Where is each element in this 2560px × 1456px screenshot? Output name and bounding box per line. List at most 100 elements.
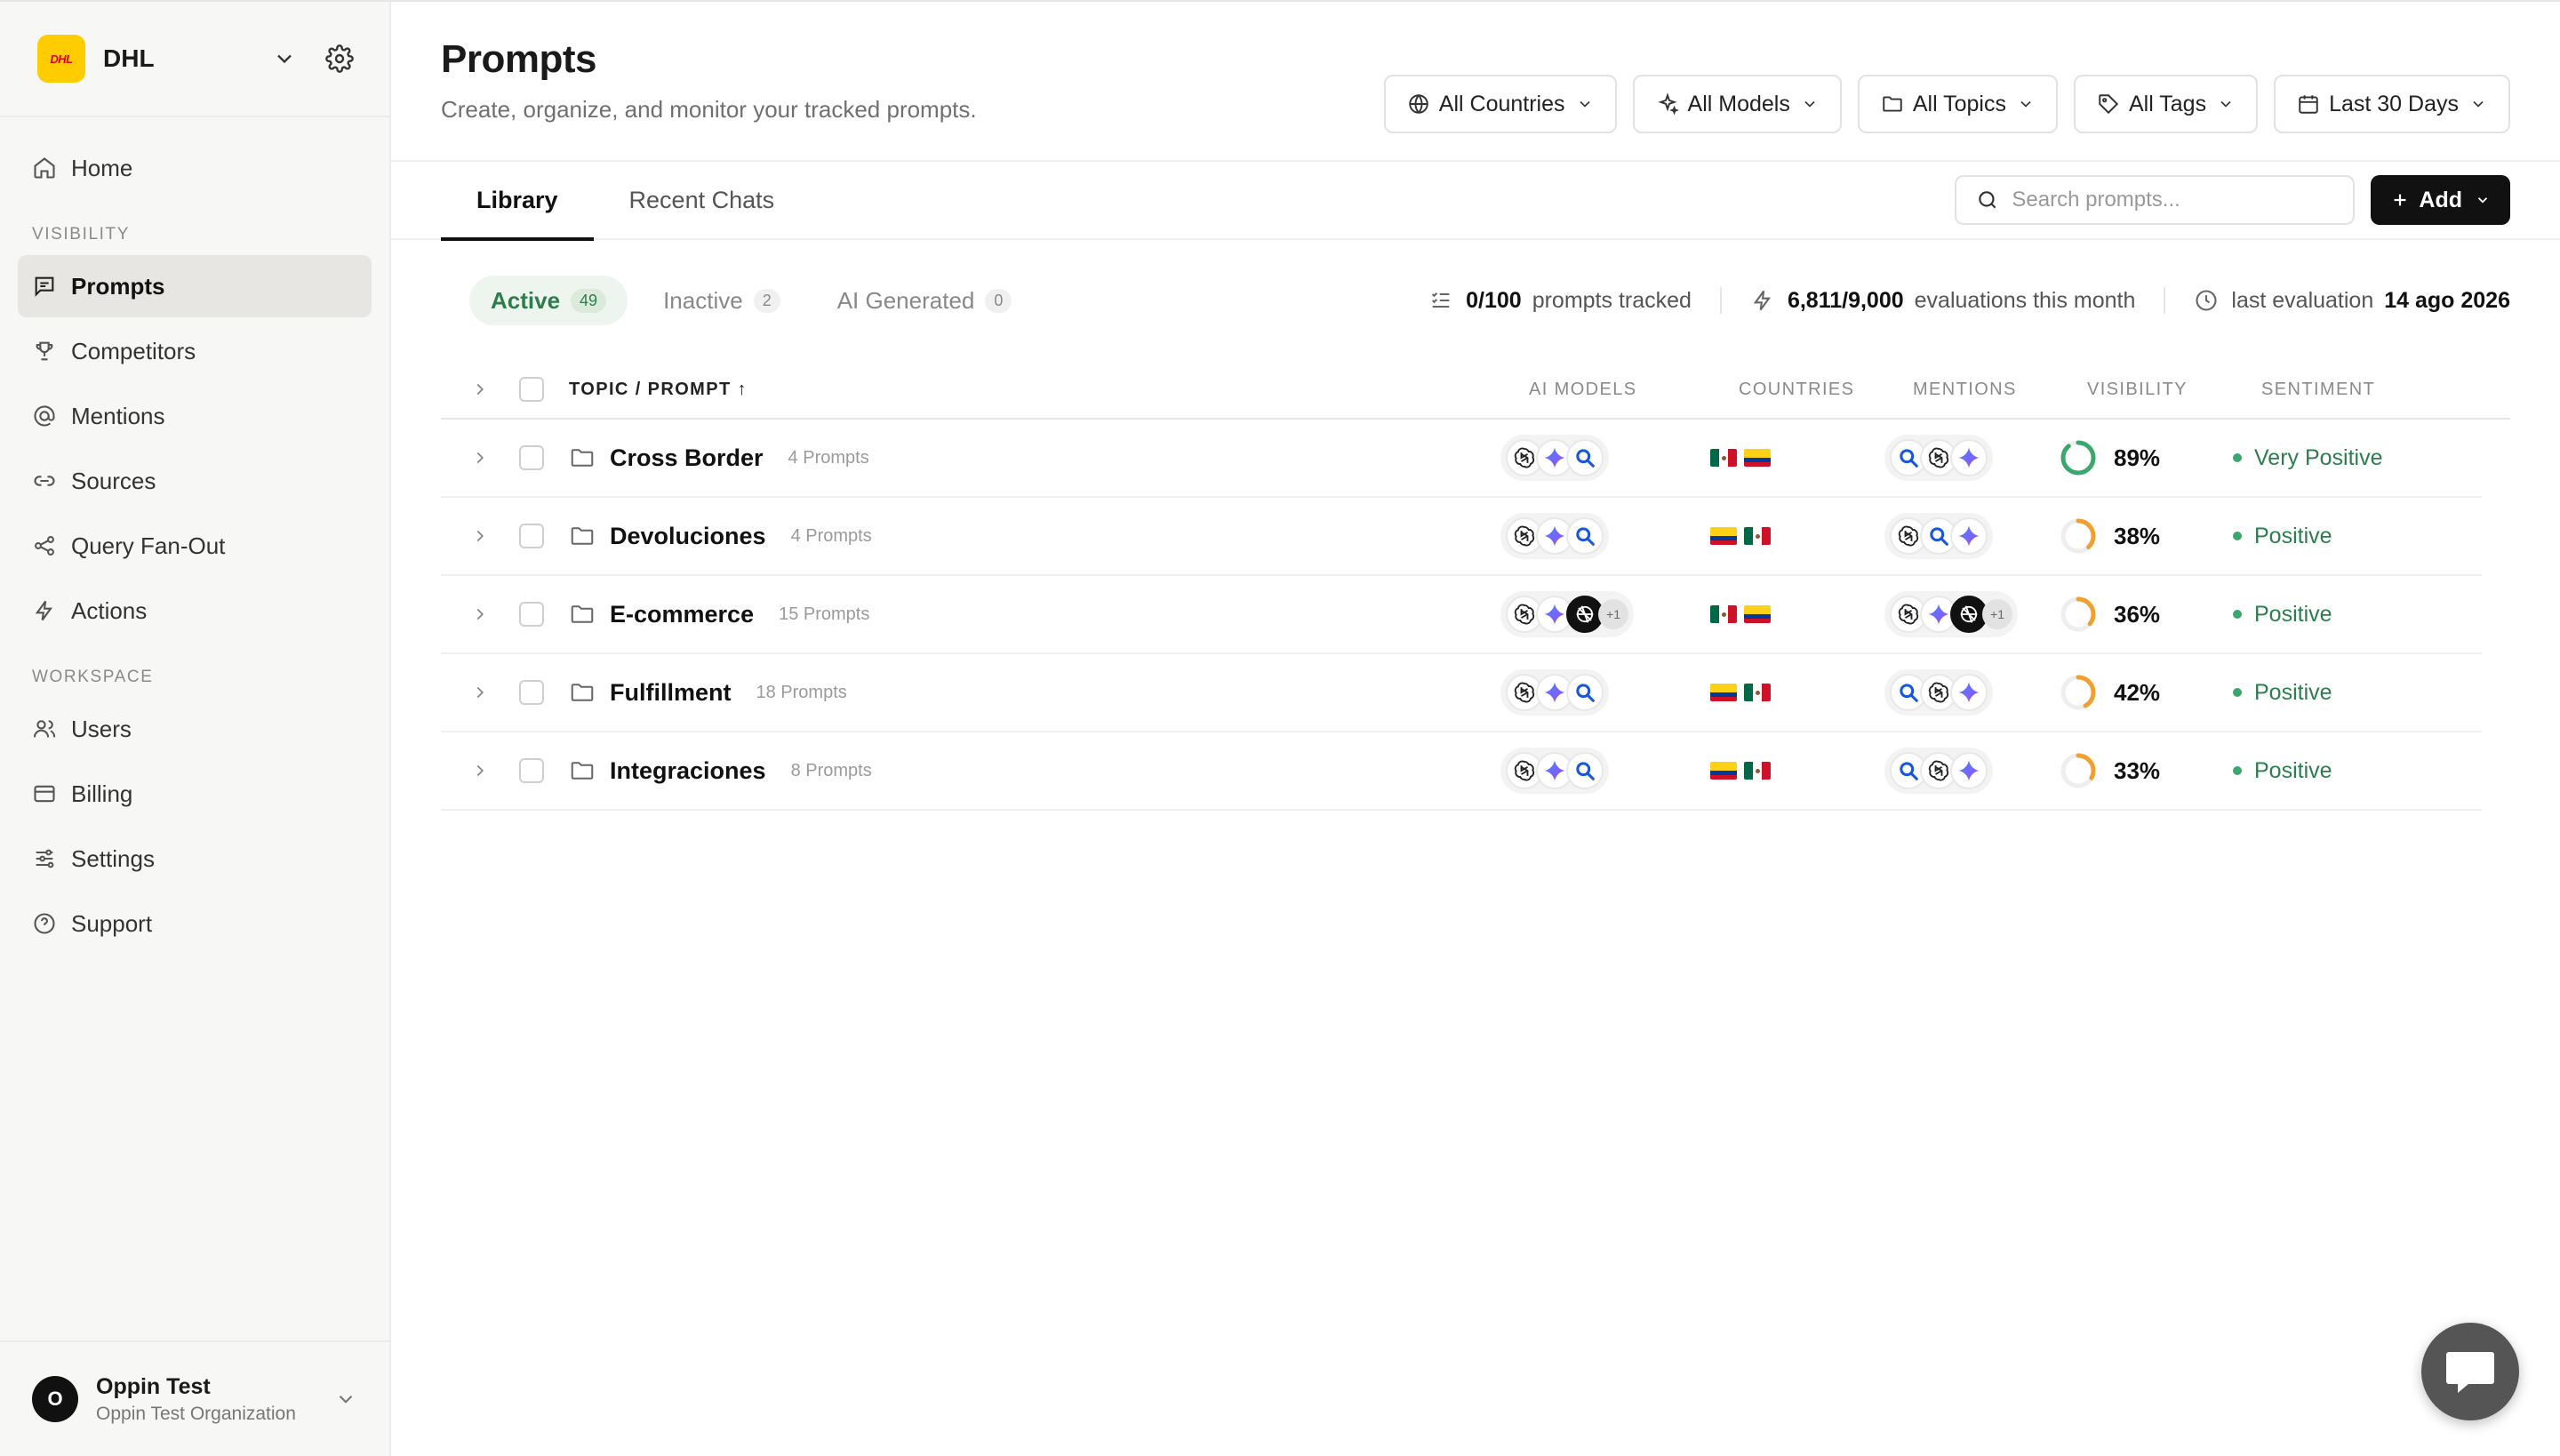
- stat-value: 6,811/9,000: [1787, 287, 1904, 313]
- table-row[interactable]: Cross Border 4 Prompts 89% Very Positive: [441, 420, 2482, 498]
- tag-icon: [2099, 94, 2119, 115]
- more-count-badge: +1: [1598, 599, 1628, 629]
- chevron-down-icon: [2220, 100, 2231, 108]
- visibility-value: 36%: [2114, 600, 2161, 628]
- sidebar-item-competitors[interactable]: Competitors: [18, 320, 372, 382]
- sidebar-item-label: Competitors: [71, 337, 196, 364]
- expand-row-toggle[interactable]: [441, 761, 519, 780]
- user-menu[interactable]: O Oppin Test Oppin Test Organization: [0, 1340, 389, 1456]
- expand-row-toggle[interactable]: [441, 526, 519, 546]
- sidebar-item-users[interactable]: Users: [18, 698, 372, 760]
- search-icon: [1979, 191, 1996, 209]
- sidebar-item-sources[interactable]: Sources: [18, 450, 372, 512]
- sidebar-item-settings[interactable]: Settings: [18, 828, 372, 890]
- tab-library[interactable]: Library: [441, 161, 594, 241]
- countries-filter[interactable]: All Countries: [1383, 75, 1617, 133]
- sentiment-dot: [2233, 688, 2242, 697]
- sidebar-item-query-fan-out[interactable]: Query Fan-Out: [18, 515, 372, 577]
- table-row[interactable]: E-commerce 15 Prompts +1 +1 36% Positive: [441, 576, 2482, 654]
- sidebar-item-label: Query Fan-Out: [71, 532, 226, 559]
- countries-cell: [1710, 684, 1884, 701]
- row-checkbox[interactable]: [519, 602, 544, 627]
- chat-launcher-button[interactable]: [2421, 1323, 2519, 1420]
- mentions-stack: [1884, 435, 1993, 481]
- sidebar-item-label: Sources: [71, 467, 156, 494]
- tab-recent-chats[interactable]: Recent Chats: [594, 161, 811, 239]
- visibility-value: 33%: [2114, 756, 2161, 784]
- add-button[interactable]: Add: [2371, 175, 2510, 225]
- status-tab-active[interactable]: Active 49: [469, 276, 628, 325]
- status-tab-label: Inactive: [663, 286, 743, 314]
- filter-label: All Models: [1687, 91, 1790, 116]
- ai-models-stack: [1500, 435, 1609, 481]
- tags-filter[interactable]: All Tags: [2073, 75, 2259, 133]
- folder-icon: [1883, 96, 1902, 112]
- chevron-down-icon[interactable]: [272, 46, 297, 71]
- chat-bubble-icon: [2446, 1352, 2494, 1393]
- topics-filter[interactable]: All Topics: [1857, 75, 2058, 133]
- folder-icon: [571, 527, 594, 545]
- mentions-cell: [1884, 513, 2059, 559]
- models-filter[interactable]: All Models: [1632, 75, 1842, 133]
- workspace-switcher[interactable]: DHL DHL: [0, 2, 389, 117]
- mentions-cell: [1884, 435, 2059, 481]
- status-badge: 2: [753, 288, 780, 313]
- search-icon: [1566, 752, 1604, 789]
- page-subtitle: Create, organize, and monitor your track…: [441, 96, 977, 123]
- gear-icon[interactable]: [325, 44, 354, 73]
- row-checkbox[interactable]: [519, 680, 544, 705]
- topic-cell: E-commerce 15 Prompts: [569, 601, 1500, 628]
- sidebar-item-support[interactable]: Support: [18, 892, 372, 955]
- tab-actions: Search prompts... Add: [1955, 175, 2510, 225]
- sidebar-item-billing[interactable]: Billing: [18, 763, 372, 825]
- user-org: Oppin Test Organization: [96, 1403, 296, 1424]
- ai-models-cell: [1500, 748, 1710, 794]
- tab-bar: Library Recent Chats Search prompts... A…: [391, 161, 2560, 241]
- sidebar-item-label: Home: [71, 154, 133, 181]
- countries-cell: [1710, 527, 1884, 545]
- usage-stats: 0/100 prompts tracked 6,811/9,000 evalua…: [1428, 287, 2510, 314]
- visibility-ring: [2060, 518, 2096, 554]
- user-name: Oppin Test: [96, 1373, 211, 1399]
- colombia-flag-icon: [1710, 762, 1737, 780]
- mentions-cell: +1: [1884, 591, 2059, 637]
- sidebar-item-actions[interactable]: Actions: [18, 580, 372, 642]
- countries-cell: [1710, 762, 1884, 780]
- expand-row-toggle[interactable]: [441, 448, 519, 468]
- calendar-icon: [2299, 95, 2318, 114]
- add-button-label: Add: [2419, 187, 2462, 212]
- status-tab-ai-generated[interactable]: AI Generated 0: [816, 276, 1034, 325]
- column-topic[interactable]: TOPIC / PROMPT ↑: [569, 380, 1529, 400]
- stat-label: last evaluation: [2231, 287, 2374, 313]
- mentions-stack: [1884, 669, 1993, 716]
- prompts-table: TOPIC / PROMPT ↑ AI MODELS COUNTRIES MEN…: [441, 361, 2510, 811]
- table-row[interactable]: Devoluciones 4 Prompts 38% Positive: [441, 498, 2482, 576]
- table-row[interactable]: Integraciones 8 Prompts 33% Positive: [441, 732, 2482, 811]
- expand-all-toggle[interactable]: [441, 380, 519, 399]
- table-body: Cross Border 4 Prompts 89% Very Positive…: [441, 420, 2510, 811]
- sliders-icon: [36, 849, 54, 868]
- sidebar-item-label: Billing: [71, 780, 133, 807]
- date-filter[interactable]: Last 30 Days: [2274, 75, 2510, 133]
- sidebar-item-home[interactable]: Home: [18, 137, 372, 199]
- chevron-right-icon: [476, 608, 484, 620]
- visibility-cell: 42%: [2059, 673, 2233, 712]
- row-checkbox[interactable]: [519, 445, 544, 470]
- filter-label: All Topics: [1912, 91, 2006, 116]
- sidebar-item-prompts[interactable]: Prompts: [18, 255, 372, 317]
- status-tab-inactive[interactable]: Inactive 2: [642, 276, 802, 325]
- colombia-flag-icon: [1710, 684, 1737, 701]
- expand-row-toggle[interactable]: [441, 604, 519, 624]
- table-row[interactable]: Fulfillment 18 Prompts 42% Positive: [441, 654, 2482, 732]
- sentiment-value: Positive: [2254, 679, 2332, 705]
- select-all-checkbox[interactable]: [519, 377, 544, 402]
- chevron-down-icon[interactable]: [334, 1388, 357, 1411]
- sidebar-item-mentions[interactable]: Mentions: [18, 385, 372, 447]
- search-icon: [1566, 674, 1604, 711]
- search-input[interactable]: Search prompts...: [1955, 175, 2356, 225]
- row-checkbox[interactable]: [519, 524, 544, 548]
- expand-row-toggle[interactable]: [441, 683, 519, 702]
- chevron-down-icon: [2020, 100, 2031, 108]
- filter-bar: All Countries All Models All Topics All …: [1383, 75, 2510, 160]
- row-checkbox[interactable]: [519, 758, 544, 783]
